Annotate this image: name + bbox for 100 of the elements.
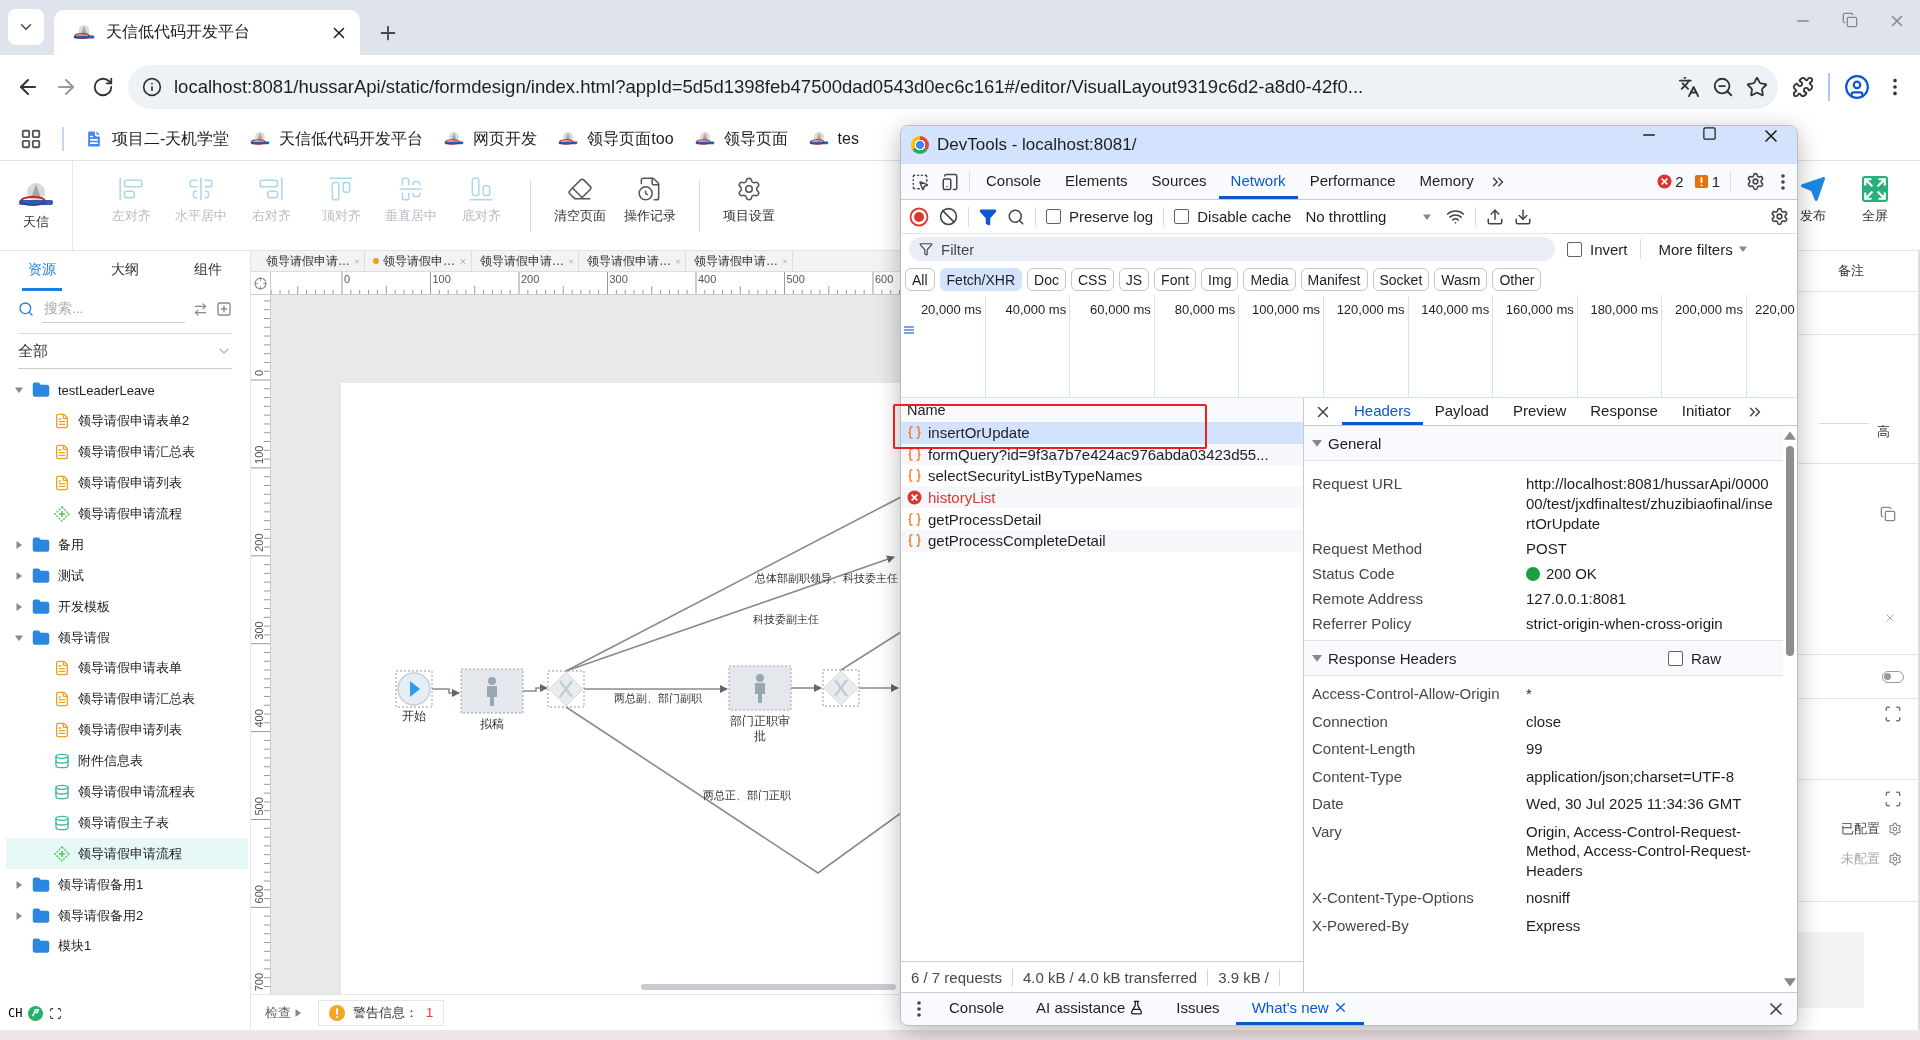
restore-icon[interactable] [1842,12,1858,28]
disable-cache-checkbox[interactable]: Disable cache [1174,208,1292,225]
editor-tab[interactable]: 领导请假申请… [686,251,793,271]
editor-tab[interactable]: 领导请假申请… [579,251,686,271]
tree-item[interactable]: 领导请假申请列表 [6,467,248,499]
browser-tab[interactable]: 天信低代码开发平台 [54,10,360,55]
reload-icon[interactable] [92,75,114,98]
panel-tab[interactable]: Performance [1297,164,1408,199]
type-filter-chip[interactable]: All [905,268,935,291]
type-filter-chip[interactable]: Img [1201,268,1239,291]
request-row[interactable]: getProcessCompleteDetail [901,529,1303,552]
tree-item[interactable]: 领导请假备用1 [6,869,248,901]
profile-icon[interactable] [1844,73,1870,100]
toolbar-button[interactable]: 发布 [1798,175,1828,236]
zoom-icon[interactable] [1712,75,1734,98]
tree-item[interactable]: testLeaderLeave [6,375,248,406]
swap-icon[interactable] [193,301,208,317]
type-filter-chip[interactable]: Socket [1372,268,1430,291]
search-icon[interactable] [1007,207,1025,226]
detail-tab[interactable]: Preview [1500,398,1579,425]
clear-icon[interactable] [939,207,958,226]
preserve-log-checkbox[interactable]: Preserve log [1046,208,1154,225]
scroll-down-icon[interactable] [1784,976,1796,988]
tree-item[interactable]: 附件信息表 [6,745,248,777]
sidebar-tab[interactable]: 大纲 [105,251,145,291]
bookmark-link[interactable]: 领导页面too [557,128,674,150]
caret-icon[interactable] [15,911,23,920]
tree-item[interactable]: 模块1 [6,931,248,962]
bookmark-star-icon[interactable] [1746,75,1768,98]
tree-item[interactable]: 备用 [6,529,248,561]
scrollbar-thumb[interactable] [1786,446,1794,656]
tree-item[interactable]: 领导请假申请流程 [6,838,248,870]
import-icon[interactable] [1486,207,1505,226]
add-icon[interactable] [216,301,232,317]
caret-icon[interactable] [15,571,23,580]
task-node[interactable] [460,668,524,714]
bookmark-link[interactable]: tes [807,130,859,148]
gateway-node[interactable] [822,669,860,707]
throttling-select[interactable]: No throttling [1301,208,1437,225]
gear-icon[interactable] [1888,822,1902,836]
extensions-icon[interactable] [1792,75,1814,98]
tree-item[interactable]: 领导请假主子表 [6,807,248,839]
toolbar-button[interactable]: 操作记录 [615,175,685,236]
tree-item[interactable]: 领导请假申请列表 [6,714,248,746]
drawer-tab[interactable]: Issues [1160,993,1236,1025]
section-title[interactable]: General [1328,434,1500,452]
settings-icon[interactable] [1770,207,1789,226]
gear-icon[interactable] [1888,852,1902,866]
error-count[interactable]: 2 [1657,164,1684,199]
toolbar-button[interactable]: 项目设置 [714,175,784,236]
select-icon[interactable] [1884,790,1902,808]
raw-checkbox[interactable]: Raw [1668,649,1721,667]
task-node[interactable] [728,665,792,711]
more-filters-button[interactable]: More filters [1652,239,1753,259]
request-row[interactable]: insertOrUpdate [901,422,1303,444]
caret-icon[interactable] [15,540,23,549]
column-header[interactable]: Name [901,398,1303,422]
type-filter-chip[interactable]: Manifest [1300,268,1368,291]
bookmark-link[interactable]: 项目二-天机学堂 [84,128,230,150]
sidebar-tab[interactable]: 组件 [188,251,229,291]
filter-field[interactable]: Filter [909,237,1555,261]
tree-item[interactable]: 领导请假申请表单2 [6,405,248,437]
drawer-tab[interactable]: AI assistance [1020,993,1161,1025]
maximize-icon[interactable] [1702,126,1717,141]
caret-icon[interactable] [15,386,23,395]
gateway-node[interactable] [547,670,585,708]
scroll-up-icon[interactable] [1784,430,1796,442]
editor-tab[interactable]: 领导请假申请… [258,251,365,271]
type-filter-chip[interactable]: Doc [1027,268,1066,291]
type-filter-chip[interactable]: Media [1243,268,1296,291]
drawer-tab[interactable]: What's new [1235,993,1364,1025]
tree-item[interactable]: 领导请假申请表单 [6,653,248,684]
bookmark-link[interactable]: 领导页面 [693,128,788,150]
drawer-tab[interactable]: Console [933,993,1021,1025]
editor-tab[interactable]: 领导请假申请… [472,251,579,271]
detail-tab[interactable]: Payload [1422,398,1501,425]
caret-icon[interactable] [1312,653,1322,663]
toolbar-button[interactable]: 全屏 [1848,175,1902,236]
warning-count[interactable]: 1 [1693,164,1720,199]
panel-tab[interactable]: Sources [1139,164,1219,199]
panel-tab[interactable]: Network [1218,164,1298,199]
type-filter-chip[interactable]: CSS [1070,268,1114,291]
type-filter-chip[interactable]: Fetch/XHR [939,268,1023,291]
panel-tab[interactable]: Memory [1407,164,1486,199]
address-bar[interactable]: localhost:8081/hussarApi/static/formdesign/index.html?appId=5d5d1398feb47500dad0543d0ec6c161#/editor/VisualLayout9319c6d2-a8d0-42f0... [128,64,1778,109]
detail-tab[interactable]: Response [1578,398,1670,425]
panel-tab[interactable]: Elements [1053,164,1140,199]
caret-icon[interactable] [1312,438,1322,448]
tree-item[interactable]: 领导请假申请汇总表 [6,436,248,468]
tree-item[interactable]: 开发模板 [6,591,248,623]
invert-checkbox[interactable]: Invert [1567,240,1628,258]
translate-icon[interactable] [1678,75,1700,98]
panel-tab[interactable]: Console [974,164,1054,199]
start-node[interactable] [395,670,433,708]
warning-badge[interactable]: 警告信息： 1 [318,999,445,1026]
section-title[interactable]: Response Headers [1328,649,1500,667]
tree-item[interactable]: 领导请假申请流程表 [6,776,248,808]
tree-item[interactable]: 领导请假备用2 [6,900,248,932]
toolbar-button[interactable]: 清空页面 [545,175,615,236]
record-icon[interactable] [909,206,929,227]
